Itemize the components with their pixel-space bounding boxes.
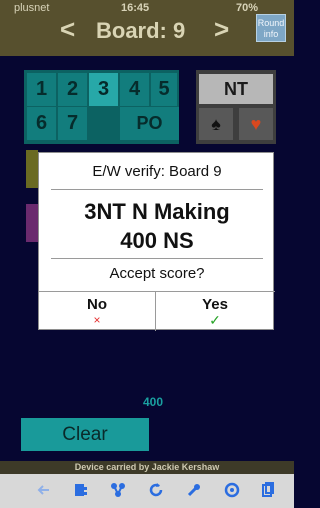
score-value: 400 NS [120, 228, 194, 253]
dialog-buttons: No × Yes ✓ [39, 291, 275, 331]
dialog-title: E/W verify: Board 9 [92, 163, 222, 180]
no-label: No [87, 296, 107, 313]
declarer-button[interactable] [26, 204, 38, 242]
score-display: 400 [143, 395, 164, 409]
battery-level: 70% [236, 2, 259, 14]
bottom-toolbar [0, 474, 294, 508]
denomination-panel: NT ♠ ♥ [196, 70, 276, 144]
device-carrier-label: Device carried by Jackie Kershaw [0, 461, 294, 474]
level-5-button[interactable]: 5 [151, 73, 177, 106]
spade-icon[interactable]: ♠ [199, 108, 233, 140]
verify-dialog: E/W verify: Board 9 3NT N Making 400 NS … [38, 152, 275, 331]
level-4-button[interactable]: 4 [120, 73, 149, 106]
prev-board-button[interactable]: < [60, 14, 75, 45]
pass-out-button[interactable]: PO [120, 107, 179, 140]
carrier-label: plusnet [14, 2, 50, 14]
divider [51, 258, 263, 259]
settings-wrench-icon[interactable] [184, 482, 204, 502]
status-bar: plusnet 16:45 70% [0, 0, 294, 18]
cross-icon: × [93, 313, 101, 327]
level-2-button[interactable]: 2 [58, 73, 87, 106]
level-6-button[interactable]: 6 [27, 107, 56, 140]
check-icon: ✓ [209, 312, 221, 328]
level-7-button[interactable]: 7 [58, 107, 87, 140]
level-panel: 1 2 3 4 5 6 7 PO [24, 70, 179, 144]
header: plusnet 16:45 70% < Board: 9 > Round inf… [0, 0, 294, 56]
double-button[interactable] [26, 150, 38, 188]
heart-icon[interactable]: ♥ [239, 108, 273, 140]
clock: 16:45 [121, 2, 150, 14]
accept-question: Accept score? [109, 265, 205, 282]
level-3-button[interactable]: 3 [89, 73, 118, 106]
no-trump-button[interactable]: NT [199, 74, 273, 104]
movement-icon[interactable] [108, 482, 128, 502]
scoresheet-icon[interactable] [71, 482, 91, 502]
back-arrow-icon[interactable] [34, 482, 54, 502]
no-button[interactable]: No × [39, 292, 156, 331]
level-1-button[interactable]: 1 [27, 73, 56, 106]
yes-button[interactable]: Yes ✓ [156, 292, 274, 331]
next-board-button[interactable]: > [214, 14, 229, 45]
clear-button[interactable]: Clear [21, 418, 149, 451]
yes-label: Yes [202, 296, 228, 313]
target-icon[interactable] [222, 482, 242, 502]
board-title: Board: 9 [96, 18, 186, 43]
contract-result: 3NT N Making [84, 199, 230, 224]
round-info-button[interactable]: Round info [256, 14, 286, 42]
copy-icon[interactable] [258, 482, 278, 502]
refresh-icon[interactable] [146, 482, 166, 502]
divider [51, 189, 263, 190]
